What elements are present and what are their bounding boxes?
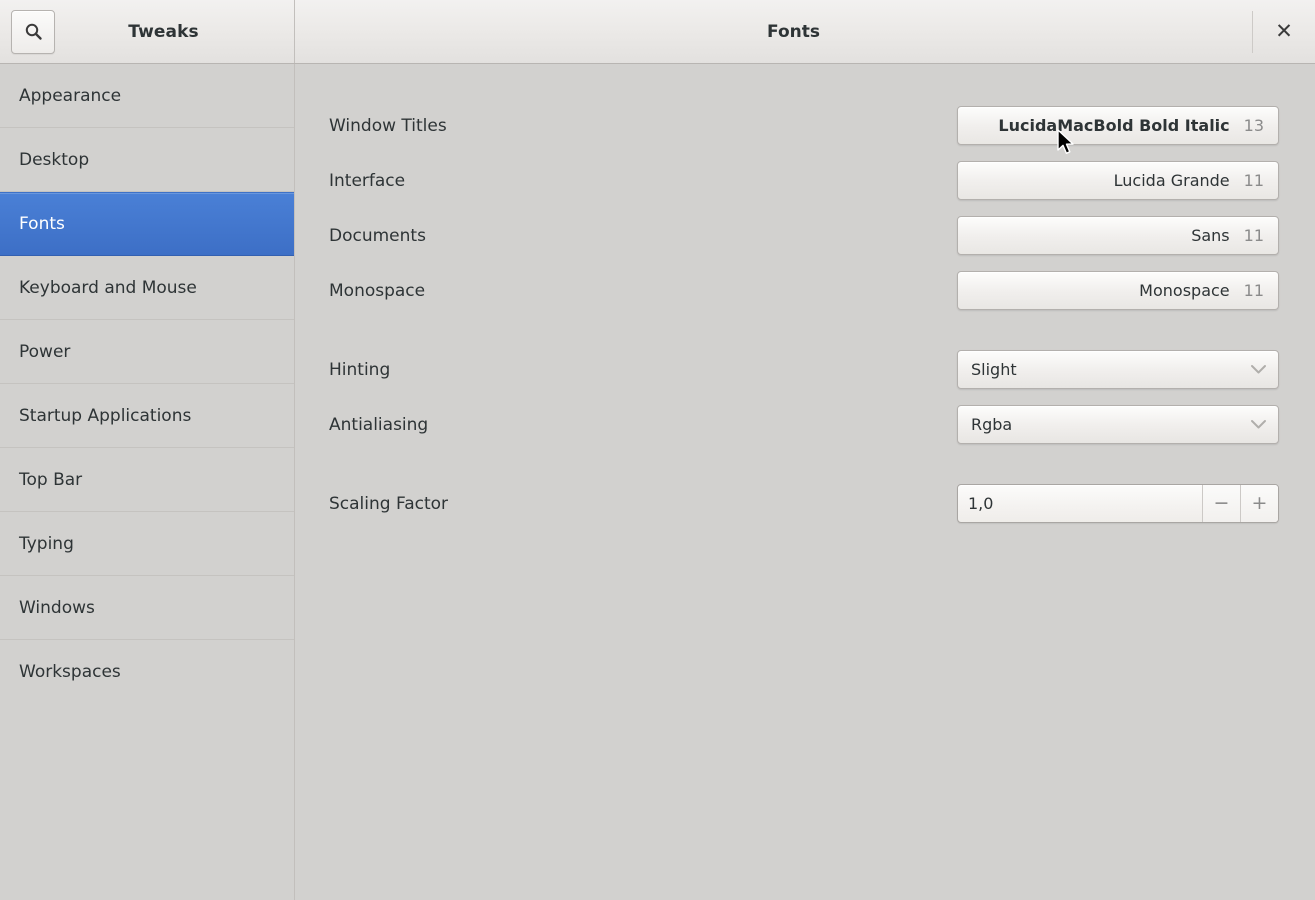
control-cell: Rgba bbox=[957, 405, 1279, 444]
setting-row-hinting: Hinting Slight bbox=[329, 342, 1279, 397]
control-cell: LucidaMacBold Bold Italic 13 bbox=[957, 106, 1279, 145]
tweaks-window: Tweaks Fonts ✕ Appearance Desktop Fonts … bbox=[0, 0, 1315, 900]
control-cell: Slight bbox=[957, 350, 1279, 389]
window-titles-font-button[interactable]: LucidaMacBold Bold Italic 13 bbox=[957, 106, 1279, 145]
font-name-value: Lucida Grande bbox=[1114, 171, 1230, 190]
control-cell: 1,0 − + bbox=[957, 484, 1279, 523]
font-size-value: 11 bbox=[1244, 281, 1264, 300]
header-bar: Tweaks Fonts ✕ bbox=[0, 0, 1315, 64]
sidebar: Appearance Desktop Fonts Keyboard and Mo… bbox=[0, 64, 295, 900]
fonts-settings-panel: Window Titles LucidaMacBold Bold Italic … bbox=[295, 64, 1315, 900]
page-title: Fonts bbox=[295, 22, 1252, 42]
sidebar-item-label: Windows bbox=[19, 598, 95, 618]
font-size-value: 13 bbox=[1244, 116, 1264, 135]
setting-row-monospace: Monospace Monospace 11 bbox=[329, 263, 1279, 318]
interface-font-button[interactable]: Lucida Grande 11 bbox=[957, 161, 1279, 200]
header-right-section: Fonts ✕ bbox=[295, 0, 1315, 63]
close-button[interactable]: ✕ bbox=[1253, 0, 1315, 63]
sidebar-item-appearance[interactable]: Appearance bbox=[0, 64, 294, 128]
setting-row-window-titles: Window Titles LucidaMacBold Bold Italic … bbox=[329, 98, 1279, 153]
font-size-value: 11 bbox=[1244, 226, 1264, 245]
sidebar-item-fonts[interactable]: Fonts bbox=[0, 192, 294, 256]
setting-row-documents: Documents Sans 11 bbox=[329, 208, 1279, 263]
sidebar-item-label: Keyboard and Mouse bbox=[19, 278, 197, 298]
sidebar-item-label: Typing bbox=[19, 534, 74, 554]
sidebar-item-workspaces[interactable]: Workspaces bbox=[0, 640, 294, 704]
row-label: Antialiasing bbox=[329, 415, 957, 435]
row-label: Documents bbox=[329, 226, 957, 246]
sidebar-item-startup-applications[interactable]: Startup Applications bbox=[0, 384, 294, 448]
chevron-down-icon bbox=[1250, 360, 1267, 379]
setting-row-scaling-factor: Scaling Factor 1,0 − + bbox=[329, 476, 1279, 531]
documents-font-button[interactable]: Sans 11 bbox=[957, 216, 1279, 255]
control-cell: Sans 11 bbox=[957, 216, 1279, 255]
font-size-value: 11 bbox=[1244, 171, 1264, 190]
font-name-value: Sans bbox=[1191, 226, 1229, 245]
search-button[interactable] bbox=[11, 10, 55, 54]
sidebar-item-label: Power bbox=[19, 342, 70, 362]
sidebar-empty-space bbox=[0, 704, 294, 900]
scaling-factor-input[interactable]: 1,0 bbox=[958, 485, 1202, 522]
hinting-dropdown[interactable]: Slight bbox=[957, 350, 1279, 389]
row-label: Interface bbox=[329, 171, 957, 191]
control-cell: Monospace 11 bbox=[957, 271, 1279, 310]
sidebar-item-typing[interactable]: Typing bbox=[0, 512, 294, 576]
sidebar-item-keyboard-and-mouse[interactable]: Keyboard and Mouse bbox=[0, 256, 294, 320]
scaling-factor-stepper: 1,0 − + bbox=[957, 484, 1279, 523]
sidebar-item-power[interactable]: Power bbox=[0, 320, 294, 384]
setting-row-antialiasing: Antialiasing Rgba bbox=[329, 397, 1279, 452]
sidebar-item-desktop[interactable]: Desktop bbox=[0, 128, 294, 192]
row-label: Hinting bbox=[329, 360, 957, 380]
sidebar-item-windows[interactable]: Windows bbox=[0, 576, 294, 640]
setting-row-interface: Interface Lucida Grande 11 bbox=[329, 153, 1279, 208]
font-name-value: Monospace bbox=[1139, 281, 1229, 300]
control-cell: Lucida Grande 11 bbox=[957, 161, 1279, 200]
sidebar-item-label: Startup Applications bbox=[19, 406, 191, 426]
sidebar-item-label: Top Bar bbox=[19, 470, 82, 490]
antialiasing-dropdown[interactable]: Rgba bbox=[957, 405, 1279, 444]
sidebar-item-label: Fonts bbox=[19, 214, 65, 234]
sidebar-item-top-bar[interactable]: Top Bar bbox=[0, 448, 294, 512]
antialiasing-value: Rgba bbox=[971, 415, 1250, 434]
sidebar-item-label: Desktop bbox=[19, 150, 89, 170]
window-body: Appearance Desktop Fonts Keyboard and Mo… bbox=[0, 64, 1315, 900]
row-label: Monospace bbox=[329, 281, 957, 301]
scaling-factor-minus-button[interactable]: − bbox=[1202, 485, 1240, 522]
scaling-factor-plus-button[interactable]: + bbox=[1240, 485, 1278, 522]
row-label: Window Titles bbox=[329, 116, 957, 136]
sidebar-item-label: Workspaces bbox=[19, 662, 121, 682]
header-left-section: Tweaks bbox=[0, 0, 295, 63]
font-name-value: LucidaMacBold Bold Italic bbox=[998, 116, 1229, 135]
hinting-value: Slight bbox=[971, 360, 1250, 379]
row-label: Scaling Factor bbox=[329, 494, 957, 514]
monospace-font-button[interactable]: Monospace 11 bbox=[957, 271, 1279, 310]
chevron-down-icon bbox=[1250, 415, 1267, 434]
sidebar-item-label: Appearance bbox=[19, 86, 121, 106]
search-icon bbox=[24, 22, 43, 41]
app-title: Tweaks bbox=[55, 22, 294, 42]
